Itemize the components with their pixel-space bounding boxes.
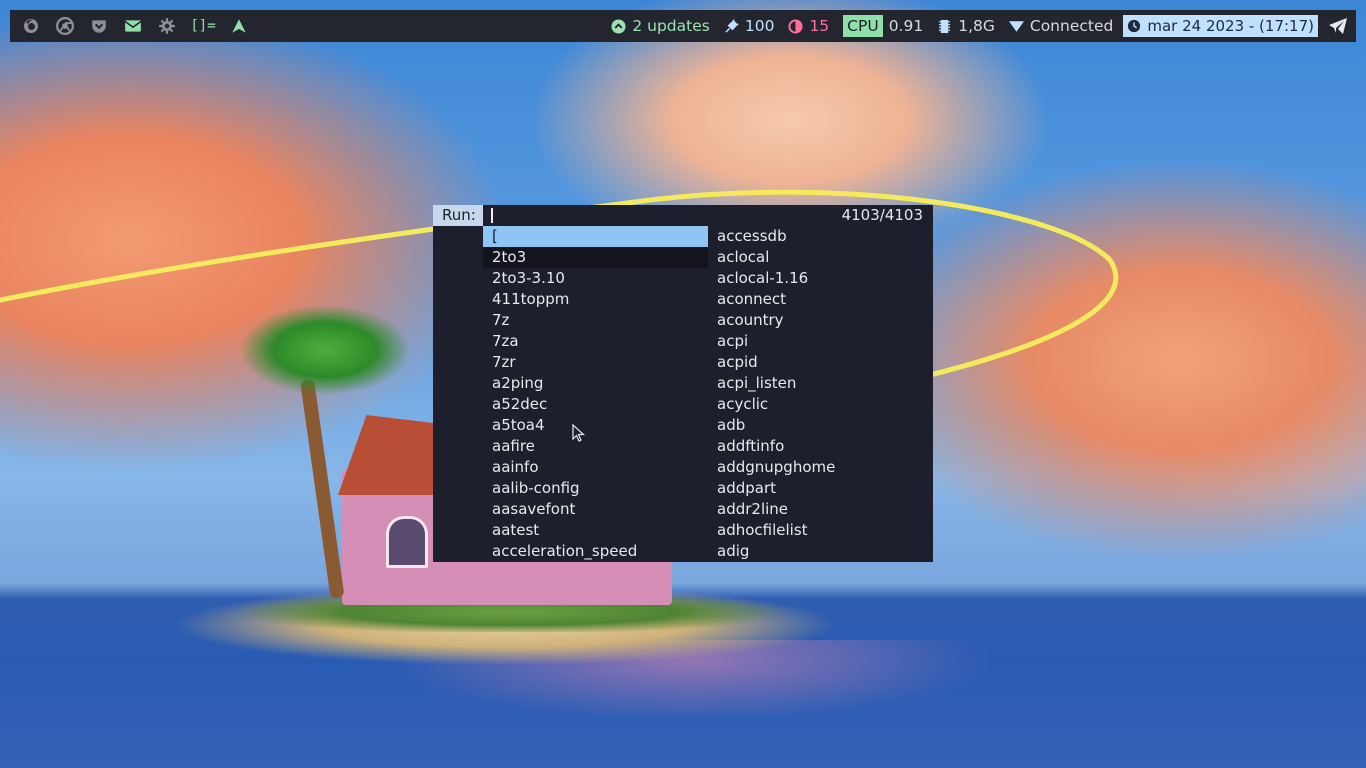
clock-widget[interactable]: mar 24 2023 - (17:17): [1123, 15, 1318, 37]
battery-level: 100: [744, 17, 775, 35]
result-item[interactable]: aclocal: [708, 247, 933, 268]
brightness-icon: [788, 18, 803, 34]
result-item[interactable]: aconnect: [708, 289, 933, 310]
result-item[interactable]: adb: [708, 415, 933, 436]
result-item[interactable]: a2ping: [483, 373, 708, 394]
result-item[interactable]: adig: [708, 541, 933, 562]
result-item[interactable]: 2to3-3.10: [483, 268, 708, 289]
result-item[interactable]: aainfo: [483, 457, 708, 478]
result-item[interactable]: 7z: [483, 310, 708, 331]
brightness-level: 15: [809, 17, 830, 35]
tray-launchers: []=: [18, 10, 260, 42]
plug-icon: [724, 18, 739, 34]
mail-icon[interactable]: [120, 14, 146, 38]
result-item[interactable]: 7zr: [483, 352, 708, 373]
pocket-icon[interactable]: [86, 14, 112, 38]
memory-widget[interactable]: 1,8G: [937, 17, 995, 35]
result-item[interactable]: acpid: [708, 352, 933, 373]
updates-icon: [611, 18, 626, 34]
result-item[interactable]: a5toa4: [483, 415, 708, 436]
network-status: Connected: [1029, 17, 1114, 35]
result-item[interactable]: acpi_listen: [708, 373, 933, 394]
battery-widget[interactable]: 100: [724, 17, 775, 35]
result-item[interactable]: 7za: [483, 331, 708, 352]
layout-icon[interactable]: []=: [188, 14, 218, 38]
settings-icon[interactable]: [154, 14, 180, 38]
cpu-widget[interactable]: CPU 0.91: [843, 15, 923, 37]
updates-count: 2 updates: [632, 17, 710, 35]
results-column-right: accessdb aclocal aclocal-1.16 aconnect a…: [708, 226, 933, 562]
result-item[interactable]: accessdb: [708, 226, 933, 247]
updates-widget[interactable]: 2 updates: [611, 17, 710, 35]
result-item[interactable]: acpi: [708, 331, 933, 352]
result-item[interactable]: aalib-config: [483, 478, 708, 499]
arch-icon[interactable]: [226, 14, 252, 38]
cpu-label: CPU: [843, 15, 883, 37]
result-item[interactable]: addftinfo: [708, 436, 933, 457]
wallpaper-palm-leaves: [240, 295, 410, 405]
network-widget[interactable]: Connected: [1008, 17, 1114, 35]
result-item[interactable]: aatest: [483, 520, 708, 541]
mouse-pointer-icon: [572, 424, 586, 442]
result-item[interactable]: aclocal-1.16: [708, 268, 933, 289]
match-count: 4103/4103: [841, 206, 923, 224]
brightness-widget[interactable]: 15: [788, 17, 829, 35]
status-widgets: 2 updates 100 15 CPU 0.91 1,8G Connected…: [597, 10, 1352, 42]
result-item[interactable]: acyclic: [708, 394, 933, 415]
result-item[interactable]: 411toppm: [483, 289, 708, 310]
run-command-input[interactable]: [483, 205, 833, 226]
result-item-selected[interactable]: [: [483, 226, 708, 247]
result-item[interactable]: addpart: [708, 478, 933, 499]
chrome-icon[interactable]: [52, 14, 78, 38]
status-bar: []= 2 updates 100 15 CPU 0.91 1,8G Conne…: [10, 10, 1356, 42]
telegram-icon[interactable]: [1328, 16, 1348, 36]
text-caret: [491, 208, 493, 223]
launcher-prompt-row: Run: 4103/4103: [433, 205, 933, 226]
wallpaper-house-window: [386, 516, 428, 568]
run-launcher: Run: 4103/4103 [ 2to3 2to3-3.10 411toppm…: [433, 205, 933, 562]
result-item[interactable]: adhocfilelist: [708, 520, 933, 541]
result-item[interactable]: addr2line: [708, 499, 933, 520]
run-prompt-label: Run:: [433, 205, 483, 226]
memory-icon: [937, 19, 952, 34]
firefox-icon[interactable]: [18, 14, 44, 38]
result-item[interactable]: acountry: [708, 310, 933, 331]
result-item[interactable]: acceleration_speed: [483, 541, 708, 562]
clock-text: mar 24 2023 - (17:17): [1147, 17, 1314, 35]
result-item[interactable]: 2to3: [483, 247, 708, 268]
clock-icon: [1127, 19, 1141, 33]
results-column-left: [ 2to3 2to3-3.10 411toppm 7z 7za 7zr a2p…: [483, 226, 708, 562]
result-item[interactable]: aafire: [483, 436, 708, 457]
memory-usage: 1,8G: [958, 17, 995, 35]
result-item[interactable]: aasavefont: [483, 499, 708, 520]
cpu-load: 0.91: [888, 17, 924, 35]
wifi-icon: [1008, 19, 1024, 34]
result-item[interactable]: addgnupghome: [708, 457, 933, 478]
result-item[interactable]: a52dec: [483, 394, 708, 415]
